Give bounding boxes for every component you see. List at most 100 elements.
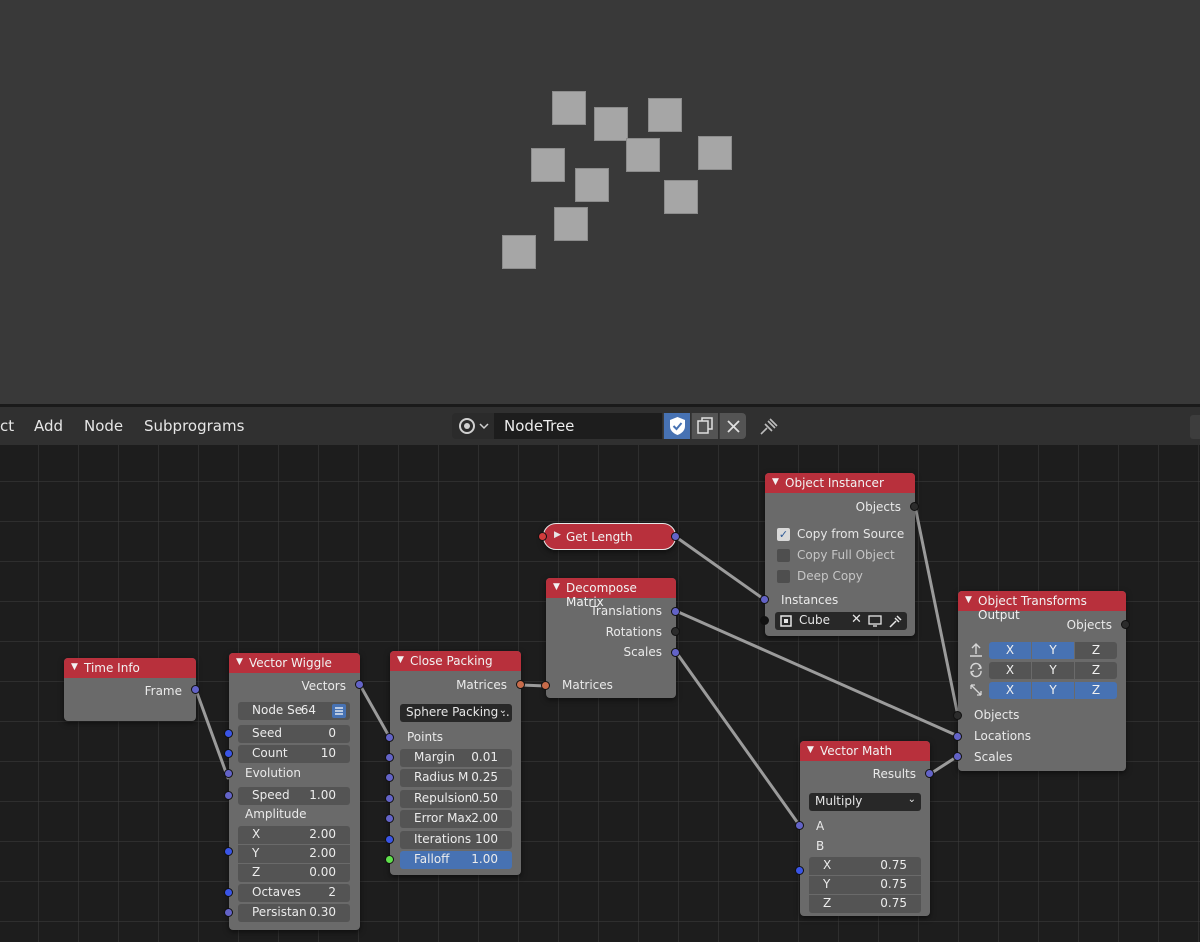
socket-amplitude-input[interactable] [224, 847, 233, 856]
socket-count-input[interactable] [224, 749, 233, 758]
location-y-toggle[interactable]: Y [1032, 642, 1074, 659]
socket-octaves-input[interactable] [224, 888, 233, 897]
node-vector-wiggle[interactable]: ▼ Vector Wiggle Vectors Node Se 64 Seed 0 … [224, 653, 364, 930]
radius-field[interactable]: Radius M 0.25 [400, 769, 512, 787]
amplitude-z-field[interactable]: Z 0.00 [238, 864, 350, 882]
expand-arrow-icon[interactable]: ▶ [554, 530, 561, 540]
socket-evolution-input[interactable] [224, 769, 233, 778]
node-vector-math[interactable]: ▼ Vector Math Results Multiply ⌄ A B X 0.75… [795, 741, 934, 916]
socket-vectors-output[interactable] [355, 680, 364, 689]
header-edge-button[interactable] [1190, 415, 1200, 439]
rotation-x-toggle[interactable]: X [989, 662, 1031, 679]
collapse-arrow-icon[interactable]: ▼ [71, 662, 78, 672]
clear-icon[interactable]: ✕ [851, 612, 862, 627]
persistance-field[interactable]: Persistan 0.30 [238, 904, 350, 922]
node-object-transforms-output[interactable]: ▼ Object Transforms Output Objects X Y Z … [953, 591, 1130, 771]
scale-y-toggle[interactable]: Y [1032, 682, 1074, 699]
node-tree-browse-button[interactable] [452, 413, 494, 439]
socket-scales-output[interactable] [671, 648, 680, 657]
speed-field[interactable]: Speed 1.00 [238, 787, 350, 805]
falloff-field[interactable]: Falloff 1.00 [400, 851, 512, 869]
rotation-y-toggle[interactable]: Y [1032, 662, 1074, 679]
socket-speed-input[interactable] [224, 791, 233, 800]
socket-error-input[interactable] [385, 814, 394, 823]
operation-dropdown[interactable]: Multiply ⌄ [809, 793, 921, 811]
rotation-z-toggle[interactable]: Z [1075, 662, 1117, 679]
eyedropper-icon[interactable] [887, 614, 903, 628]
b-x-field[interactable]: X 0.75 [809, 857, 921, 875]
socket-locations-input[interactable] [953, 732, 962, 741]
socket-frame-output[interactable] [191, 685, 200, 694]
node-decompose-matrix[interactable]: ▼ Decompose Matrix Translations Rotations… [541, 578, 680, 698]
error-max-field[interactable]: Error Max 2.00 [400, 810, 512, 828]
iterations-field[interactable]: Iterations 100 [400, 831, 512, 849]
output-label-objects: Objects [855, 500, 901, 514]
menu-node[interactable]: Node [84, 417, 123, 435]
node-tree-name-field[interactable]: NodeTree [494, 413, 662, 439]
scale-x-toggle[interactable]: X [989, 682, 1031, 699]
copy-full-object-checkbox[interactable]: Copy Full Object [777, 548, 907, 564]
socket-margin-input[interactable] [385, 753, 394, 762]
margin-field[interactable]: Margin 0.01 [400, 749, 512, 767]
socket-results-output[interactable] [925, 769, 934, 778]
object-selector[interactable]: Cube ✕ [775, 612, 907, 630]
socket-matrices-output[interactable] [516, 680, 525, 689]
socket-objects-input[interactable] [953, 711, 962, 720]
duplicate-button[interactable] [691, 413, 718, 439]
list-numbers-icon[interactable] [331, 703, 347, 719]
collapse-arrow-icon[interactable]: ▼ [772, 477, 779, 487]
b-y-field[interactable]: Y 0.75 [809, 876, 921, 894]
socket-length-output[interactable] [671, 532, 680, 541]
copy-from-source-checkbox[interactable]: ✓ Copy from Source [777, 527, 907, 543]
collapse-arrow-icon[interactable]: ▼ [965, 595, 972, 605]
socket-b-input[interactable] [795, 866, 804, 875]
node-close-packing[interactable]: ▼ Close Packing Matrices Sphere Packing .… [385, 651, 525, 875]
socket-object-input[interactable] [760, 616, 769, 625]
seed-field[interactable]: Seed 0 [238, 725, 350, 743]
socket-iterations-input[interactable] [385, 835, 394, 844]
socket-matrices-input[interactable] [541, 681, 550, 690]
node-object-instancer[interactable]: ▼ Object Instancer Objects ✓ Copy from So… [760, 473, 919, 636]
socket-persistance-input[interactable] [224, 908, 233, 917]
deep-copy-checkbox[interactable]: Deep Copy [777, 569, 907, 585]
socket-radius-input[interactable] [385, 773, 394, 782]
count-field[interactable]: Count 10 [238, 745, 350, 763]
pin-button[interactable] [757, 415, 781, 437]
socket-a-input[interactable] [795, 821, 804, 830]
socket-translations-output[interactable] [671, 607, 680, 616]
amplitude-y-field[interactable]: Y 2.00 [238, 845, 350, 863]
mode-dropdown[interactable]: Sphere Packing .. ⌄ [400, 704, 512, 722]
menu-add[interactable]: Add [34, 417, 63, 435]
location-x-toggle[interactable]: X [989, 642, 1031, 659]
collapse-arrow-icon[interactable]: ▼ [236, 657, 243, 667]
monitor-icon[interactable] [867, 614, 883, 628]
repulsion-field[interactable]: Repulsion 0.50 [400, 790, 512, 808]
node-seed-field[interactable]: Node Se 64 [238, 702, 350, 720]
collapse-arrow-icon[interactable]: ▼ [397, 655, 404, 665]
socket-length-input[interactable] [538, 532, 547, 541]
socket-rotations-output[interactable] [671, 627, 680, 636]
b-z-field[interactable]: Z 0.75 [809, 895, 921, 913]
scale-z-toggle[interactable]: Z [1075, 682, 1117, 699]
socket-objects-output[interactable] [1121, 620, 1130, 629]
socket-seed-input[interactable] [224, 729, 233, 738]
socket-repulsion-input[interactable] [385, 794, 394, 803]
menu-subprograms[interactable]: Subprograms [144, 417, 244, 435]
octaves-field[interactable]: Octaves 2 [238, 884, 350, 902]
fake-user-button[interactable] [663, 413, 690, 439]
node-canvas[interactable]: ▼ Time Info Frame ▼ Vector Wiggle Vectors … [0, 445, 1200, 942]
socket-instances-input[interactable] [760, 595, 769, 604]
socket-scales-input[interactable] [953, 752, 962, 761]
collapse-arrow-icon[interactable]: ▼ [807, 745, 814, 755]
collapse-arrow-icon[interactable]: ▼ [553, 582, 560, 592]
socket-objects-output[interactable] [910, 502, 919, 511]
unlink-button[interactable] [719, 413, 746, 439]
menu-object[interactable]: ct [0, 417, 14, 435]
node-get-length[interactable]: ▶ Get Length [538, 523, 680, 550]
socket-points-input[interactable] [385, 733, 394, 742]
node-time-info[interactable]: ▼ Time Info Frame [64, 658, 200, 721]
socket-falloff-input[interactable] [385, 855, 394, 864]
amplitude-x-field[interactable]: X 2.00 [238, 826, 350, 844]
location-z-toggle[interactable]: Z [1075, 642, 1117, 659]
3d-viewport[interactable] [0, 0, 1200, 404]
